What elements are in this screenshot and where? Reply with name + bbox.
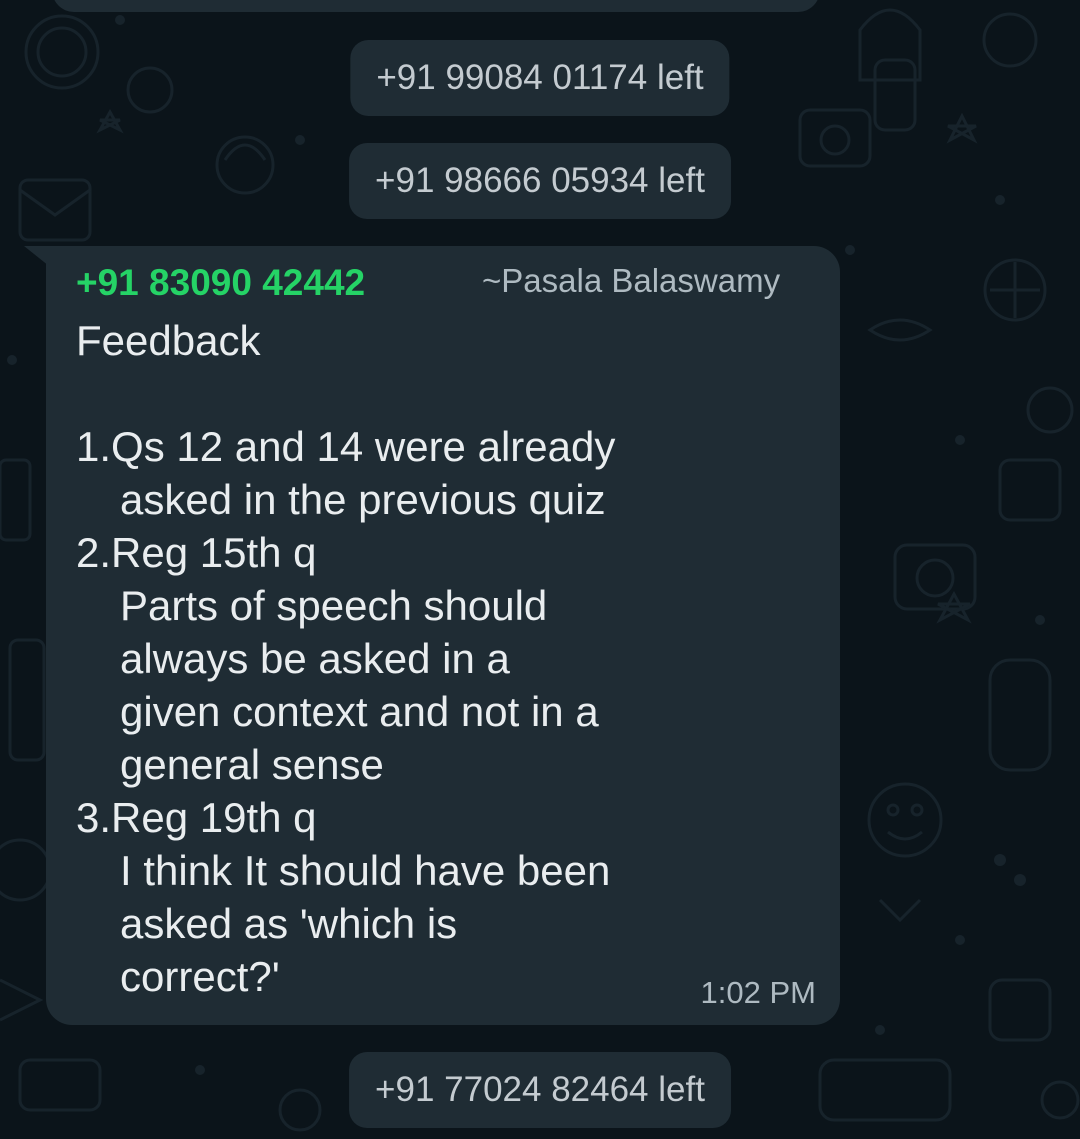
- feedback-line: given context and not in a: [120, 688, 599, 735]
- feedback-item: 2. Reg 15th q: [76, 526, 816, 579]
- feedback-line: Reg 15th q: [111, 529, 317, 576]
- feedback-item-number: 2.: [76, 529, 112, 576]
- message-timestamp: 1:02 PM: [700, 975, 816, 1010]
- feedback-line: I think It should have been: [120, 847, 611, 894]
- feedback-line: general sense: [120, 741, 384, 788]
- feedback-line: asked in the previous quiz: [120, 476, 606, 523]
- system-message-text: +91 77024 82464 left: [375, 1070, 705, 1109]
- chat-messages[interactable]: +91 99084 01174 left +91 98666 05934 lef…: [0, 0, 1080, 1139]
- message-heading: Feedback: [76, 317, 261, 364]
- feedback-line: Parts of speech should: [120, 582, 548, 629]
- feedback-item: 3. Reg 19th q: [76, 791, 816, 844]
- system-message-text: +91 99084 01174 left: [376, 58, 704, 97]
- feedback-item: 1. Qs 12 and 14 were already: [76, 420, 816, 473]
- system-message: +91 77024 82464 left: [349, 1052, 731, 1128]
- system-message-text: +91 98666 05934 left: [375, 161, 705, 200]
- sender-push-name: ~Pasala Balaswamy: [482, 262, 781, 299]
- system-message: +91 98666 05934 left: [349, 143, 731, 219]
- previous-message-bubble[interactable]: [52, 0, 820, 12]
- sender-phone[interactable]: +91 83090 42442: [76, 262, 365, 304]
- message-text: Feedback 1. Qs 12 and 14 were already as…: [76, 314, 816, 1003]
- feedback-line: Qs 12 and 14 were already: [111, 423, 616, 470]
- feedback-line: asked as 'which is: [120, 900, 458, 947]
- feedback-item-number: 1.: [76, 423, 112, 470]
- system-message: +91 99084 01174 left: [350, 40, 730, 116]
- feedback-line: Reg 19th q: [111, 794, 317, 841]
- feedback-line: always be asked in a: [120, 635, 510, 682]
- message-sender: +91 83090 42442 ~Pasala Balaswamy: [76, 262, 816, 306]
- feedback-item-number: 3.: [76, 794, 112, 841]
- incoming-message-bubble[interactable]: +91 83090 42442 ~Pasala Balaswamy Feedba…: [46, 246, 840, 1025]
